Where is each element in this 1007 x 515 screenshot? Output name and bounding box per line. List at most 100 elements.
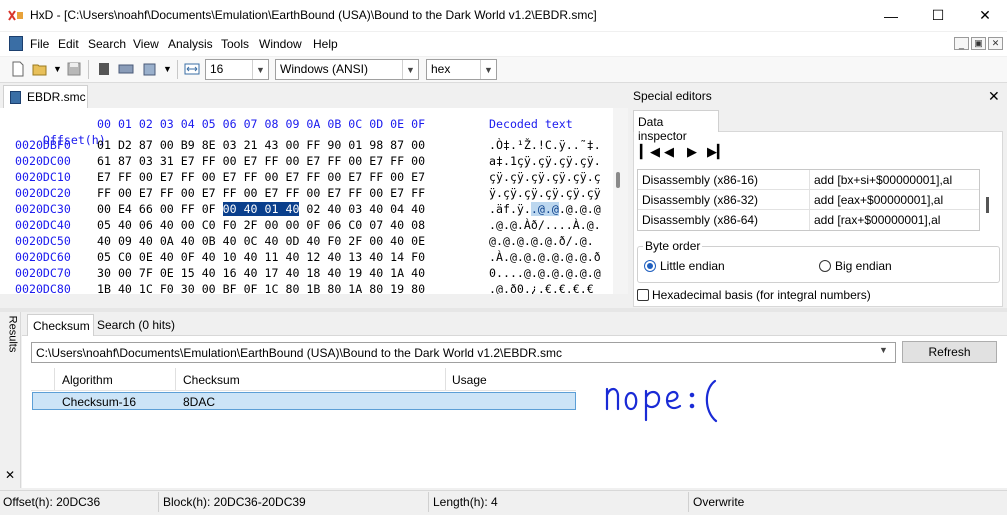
next-icon[interactable]: ▶: [687, 144, 697, 160]
hex-bytes[interactable]: 05 C0 0E 40 0F 40 10 40 11 40 12 40 13 4…: [97, 249, 425, 265]
charset-value: Windows (ANSI): [280, 62, 369, 76]
data-value: add [bx+si+$00000001],al: [814, 173, 953, 187]
row-offset: 0020DC60: [15, 250, 71, 264]
little-endian-label[interactable]: Little endian: [660, 259, 725, 273]
mdi-minimize-icon[interactable]: _: [954, 37, 969, 50]
ram-icon[interactable]: [118, 61, 134, 77]
mdi-restore-icon[interactable]: ▣: [971, 37, 986, 50]
tab-checksum[interactable]: Checksum: [27, 314, 94, 336]
minimize-icon[interactable]: —: [868, 0, 914, 31]
last-icon[interactable]: ▶▎: [707, 144, 727, 160]
status-divider: [158, 492, 159, 512]
chevron-down-icon: ▼: [480, 60, 496, 79]
hex-bytes-before: 00 E4 66 00 FF 0F: [97, 202, 223, 216]
status-divider: [688, 492, 689, 512]
data-inspector-row[interactable]: Disassembly (x86-16) add [bx+si+$0000000…: [638, 170, 979, 190]
window-title: HxD - [C:\Users\noahf\Documents\Emulatio…: [30, 8, 597, 22]
close-icon[interactable]: ✕: [988, 88, 1000, 105]
menu-edit[interactable]: Edit: [58, 37, 79, 51]
big-endian-label[interactable]: Big endian: [835, 259, 892, 273]
file-path-select[interactable]: C:\Users\noahf\Documents\Emulation\Earth…: [31, 342, 896, 363]
column-usage[interactable]: Usage: [452, 373, 487, 387]
maximize-icon[interactable]: ☐: [915, 0, 961, 31]
menu-search[interactable]: Search: [88, 37, 126, 51]
text-selection: .@.@: [530, 202, 559, 216]
little-endian-radio[interactable]: [644, 260, 656, 272]
data-inspector-row[interactable]: Disassembly (x86-32) add [eax+$00000001]…: [638, 190, 979, 210]
row-offset: 0020DC70: [15, 266, 71, 280]
panel-splitter[interactable]: [0, 308, 1007, 312]
hex-bytes[interactable]: 40 09 40 0A 40 0B 40 0C 40 0D 40 F0 2F 0…: [97, 233, 425, 249]
column-algorithm[interactable]: Algorithm: [62, 373, 113, 387]
hex-bytes[interactable]: 01 D2 87 00 B9 8E 03 21 43 00 FF 90 01 9…: [97, 137, 425, 153]
row-offset: 0020DBF0: [15, 138, 71, 152]
hex-bytes[interactable]: 1B 40 1C F0 30 00 BF 0F 1C 80 1B 80 1A 8…: [97, 281, 425, 294]
decoded-text[interactable]: çÿ.çÿ.çÿ.çÿ.çÿ.ç: [489, 169, 601, 185]
hex-bytes[interactable]: 61 87 03 31 E7 FF 00 E7 FF 00 E7 FF 00 E…: [97, 153, 425, 169]
data-inspector-row[interactable]: Disassembly (x86-64) add [rax+$00000001]…: [638, 210, 979, 230]
tab-data-inspector[interactable]: Data inspector: [633, 110, 719, 143]
document-menu-icon[interactable]: [9, 36, 23, 51]
close-icon[interactable]: ✕: [962, 0, 1007, 31]
charset-select[interactable]: Windows (ANSI) ▼: [275, 59, 419, 80]
save-icon[interactable]: [66, 61, 82, 77]
hex-bytes[interactable]: E7 FF 00 E7 FF 00 E7 FF 00 E7 FF 00 E7 F…: [97, 169, 425, 185]
text-after: .@.@.@: [558, 202, 601, 216]
menu-analysis[interactable]: Analysis: [168, 37, 213, 51]
decoded-text[interactable]: 0....@.@.@.@.@.@: [489, 265, 601, 281]
hxd-app-icon: [8, 9, 24, 22]
drive-icon[interactable]: [96, 61, 112, 77]
menu-help[interactable]: Help: [313, 37, 338, 51]
column-checksum[interactable]: Checksum: [183, 373, 240, 387]
hex-bytes[interactable]: FF 00 E7 FF 00 E7 FF 00 E7 FF 00 E7 FF 0…: [97, 185, 425, 201]
new-file-icon[interactable]: [10, 61, 26, 77]
offset-base-value: hex: [431, 62, 451, 76]
column-divider[interactable]: [54, 368, 55, 390]
results-label[interactable]: Results: [6, 316, 18, 353]
hex-basis-label[interactable]: Hexadecimal basis (for integral numbers): [652, 288, 871, 302]
column-divider[interactable]: [445, 368, 446, 390]
hex-bytes[interactable]: 05 40 06 40 00 C0 F0 2F 00 00 0F 06 C0 0…: [97, 217, 425, 233]
hex-scrollbar[interactable]: [613, 108, 628, 294]
mdi-close-icon[interactable]: ✕: [988, 37, 1003, 50]
decoded-text[interactable]: .À.@.@.@.@.@.@.ð: [489, 249, 601, 265]
first-icon[interactable]: ▎◀: [640, 144, 660, 160]
bytes-per-row-select[interactable]: 16 ▼: [205, 59, 269, 80]
byte-order-label: Byte order: [643, 239, 703, 253]
menu-window[interactable]: Window: [259, 37, 302, 51]
tab-ebdr-smc[interactable]: EBDR.smc: [3, 85, 88, 108]
decoded-text[interactable]: a‡.1çÿ.çÿ.çÿ.çÿ.: [489, 153, 601, 169]
decoded-text[interactable]: ÿ.çÿ.çÿ.çÿ.çÿ.çÿ: [489, 185, 601, 201]
decoded-text[interactable]: @.@.@.@.@.ð/.@.: [489, 233, 594, 249]
data-inspector-scrollbar[interactable]: [986, 197, 989, 213]
open-folder-icon[interactable]: [32, 61, 48, 77]
row-offset: 0020DC50: [15, 234, 71, 248]
refresh-button[interactable]: Refresh: [902, 341, 997, 363]
menu-view[interactable]: View: [133, 37, 159, 51]
hex-basis-checkbox[interactable]: [637, 289, 649, 301]
tab-search[interactable]: Search (0 hits): [97, 318, 175, 332]
column-divider[interactable]: [175, 368, 176, 390]
hex-bytes[interactable]: 00 E4 66 00 FF 0F 00 40 01 40 02 40 03 4…: [97, 201, 425, 217]
close-icon[interactable]: ✕: [5, 468, 15, 482]
hex-bytes[interactable]: 30 00 7F 0E 15 40 16 40 17 40 18 40 19 4…: [97, 265, 425, 281]
decoded-text[interactable]: .@.@.Àð/....À.@.: [489, 217, 601, 233]
disk-image-icon[interactable]: [142, 61, 158, 77]
open-special-dropdown-icon[interactable]: ▼: [163, 64, 172, 74]
menu-tools[interactable]: Tools: [221, 37, 249, 51]
bytes-per-row-icon: [184, 63, 200, 75]
row-offset: 0020DC40: [15, 218, 71, 232]
chevron-down-icon[interactable]: ▼: [879, 345, 888, 355]
decoded-text[interactable]: .@.ð0.¿.€.€.€.€: [489, 281, 594, 294]
hex-editor-view[interactable]: Offset(h) 00 01 02 03 04 05 06 07 08 09 …: [0, 108, 628, 294]
offset-base-select[interactable]: hex ▼: [426, 59, 497, 80]
decoded-text[interactable]: .äf.ÿ..@.@.@.@.@: [489, 201, 601, 217]
hex-scrollbar-thumb[interactable]: [616, 172, 620, 188]
data-type: Disassembly (x86-32): [642, 193, 759, 207]
data-type: Disassembly (x86-64): [642, 213, 759, 227]
menu-file[interactable]: File: [30, 37, 49, 51]
open-dropdown-icon[interactable]: ▼: [53, 64, 62, 74]
big-endian-radio[interactable]: [819, 260, 831, 272]
decoded-text[interactable]: .Ò‡.¹Ž.!C.ÿ..˜‡.: [489, 137, 601, 153]
previous-icon[interactable]: ◀: [664, 144, 674, 160]
